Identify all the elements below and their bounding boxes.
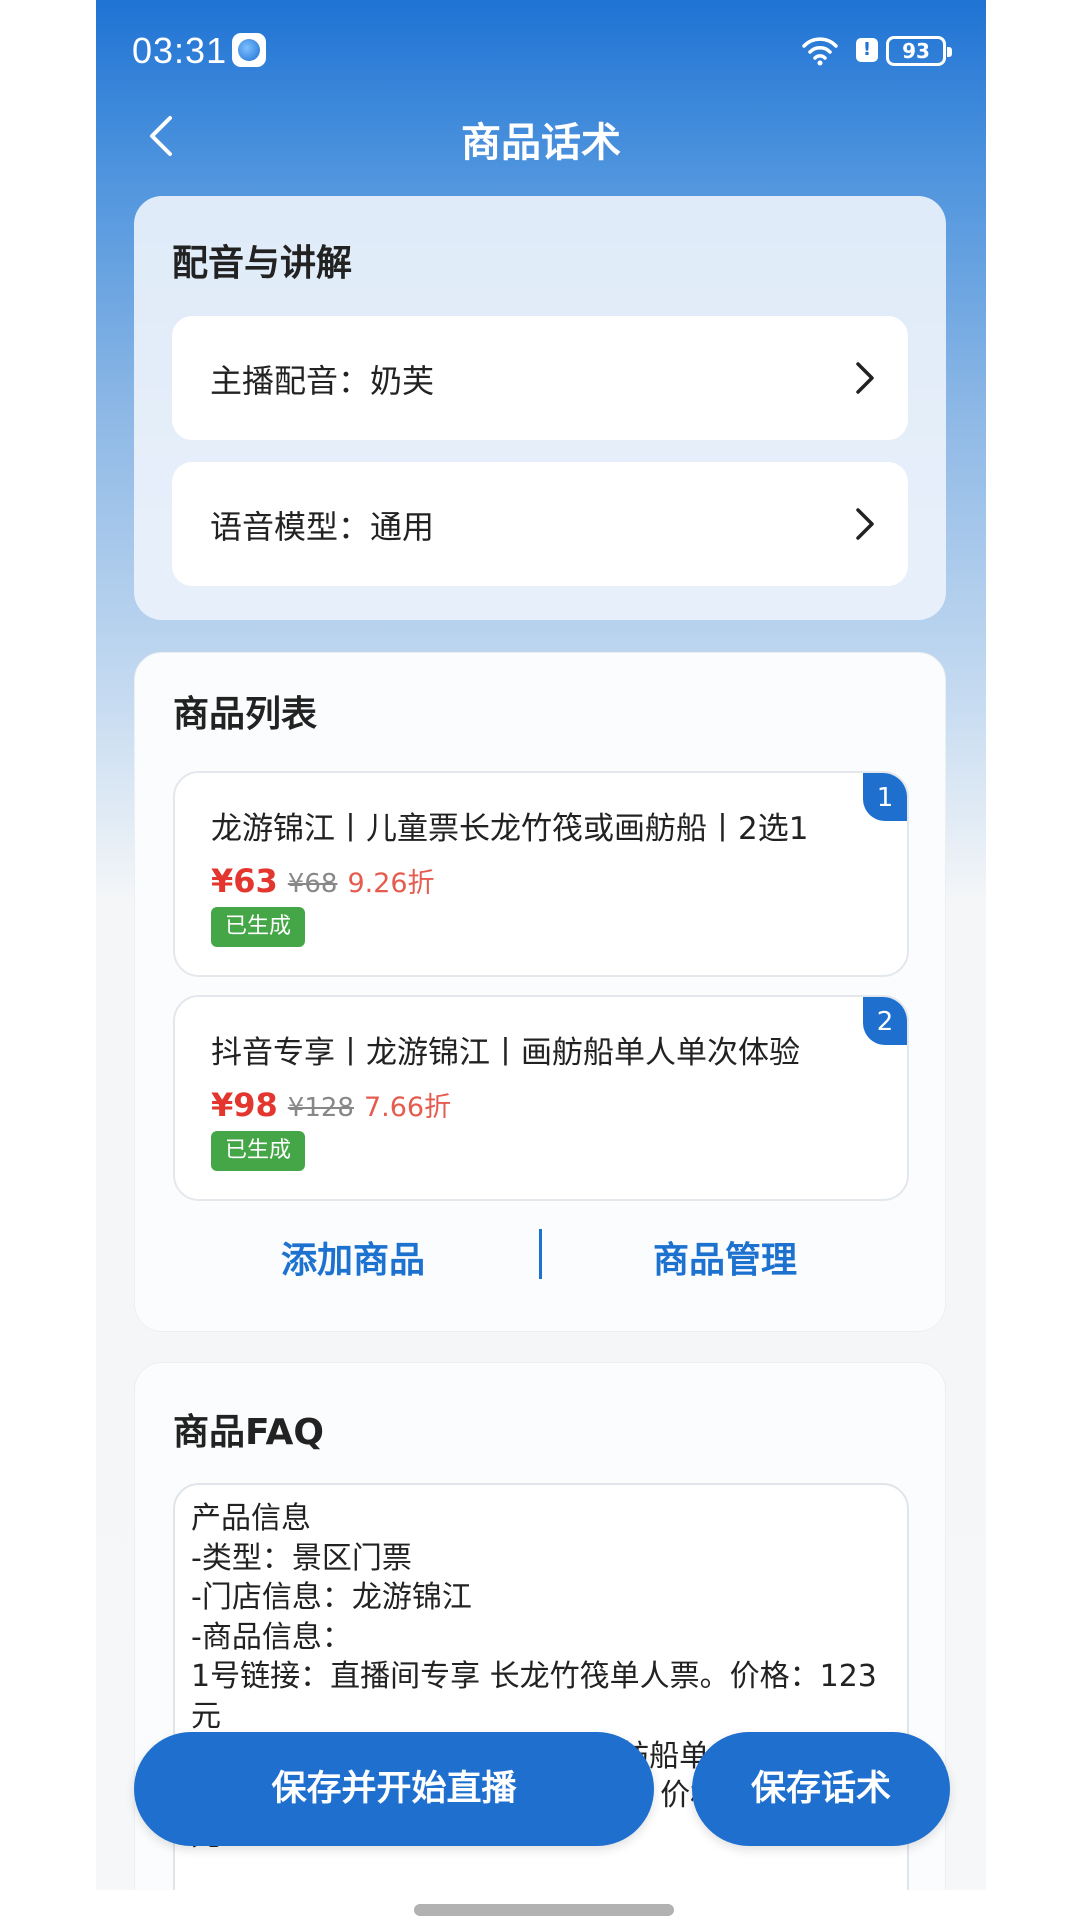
product-list-card: 商品列表 龙游锦江丨儿童票长龙竹筏或画舫船丨2选1 1 ¥63 ¥68 9.26折 …	[134, 652, 946, 1332]
voice-card-title: 配音与讲解	[172, 243, 353, 284]
phone-screen: 03:31 ! 93 商品话术 配音与讲解 主播配音：奶芙 语音模型：通用 商品…	[96, 0, 986, 1890]
product-name: 抖音专享丨龙游锦江丨画舫船单人单次体验	[211, 1035, 800, 1071]
anchor-voice-label: 主播配音：奶芙	[210, 362, 435, 400]
anchor-voice-row[interactable]: 主播配音：奶芙	[172, 316, 908, 440]
discount-label: 9.26折	[347, 868, 435, 899]
title-bar: 商品话术	[96, 100, 986, 172]
status-bar: 03:31 ! 93	[96, 0, 986, 100]
alert-icon: !	[856, 38, 878, 62]
chevron-right-icon	[856, 362, 874, 394]
generated-status-tag: 已生成	[211, 907, 306, 947]
faq-card-title: 商品FAQ	[173, 1412, 324, 1453]
product-index-badge: 1	[863, 773, 907, 821]
product-actions: 添加商品 商品管理	[173, 1223, 909, 1283]
voice-settings-card: 配音与讲解 主播配音：奶芙 语音模型：通用	[134, 196, 946, 620]
manage-products-button[interactable]: 商品管理	[653, 1231, 797, 1283]
original-price: ¥128	[287, 1093, 354, 1123]
status-time: 03:31	[132, 30, 228, 71]
product-item[interactable]: 龙游锦江丨儿童票长龙竹筏或画舫船丨2选1 1 ¥63 ¥68 9.26折 已生成	[173, 771, 909, 977]
page-title: 商品话术	[461, 120, 621, 166]
wifi-icon	[802, 37, 838, 66]
original-price: ¥68	[287, 869, 338, 899]
current-price: ¥98	[211, 1086, 278, 1124]
generated-status-tag: 已生成	[211, 1131, 306, 1171]
discount-label: 7.66折	[363, 1092, 452, 1123]
price-row: ¥98 ¥128 7.66折	[211, 1085, 451, 1125]
battery-icon: 93	[886, 36, 952, 66]
product-index-badge: 2	[863, 997, 907, 1045]
save-and-start-live-button[interactable]: 保存并开始直播	[134, 1732, 654, 1846]
price-row: ¥63 ¥68 9.26折	[211, 861, 435, 901]
current-price: ¥63	[211, 862, 278, 900]
voice-model-label: 语音模型：通用	[210, 508, 435, 546]
voice-model-row[interactable]: 语音模型：通用	[172, 462, 908, 586]
add-product-button[interactable]: 添加商品	[281, 1231, 425, 1283]
save-script-button[interactable]: 保存话术	[692, 1732, 950, 1846]
product-item[interactable]: 抖音专享丨龙游锦江丨画舫船单人单次体验 2 ¥98 ¥128 7.66折 已生成	[173, 995, 909, 1201]
product-name: 龙游锦江丨儿童票长龙竹筏或画舫船丨2选1	[211, 811, 809, 847]
home-indicator[interactable]	[414, 1904, 674, 1916]
chevron-right-icon	[856, 508, 874, 540]
product-card-title: 商品列表	[173, 694, 318, 735]
app-notification-icon	[232, 33, 266, 67]
action-divider	[539, 1229, 542, 1279]
